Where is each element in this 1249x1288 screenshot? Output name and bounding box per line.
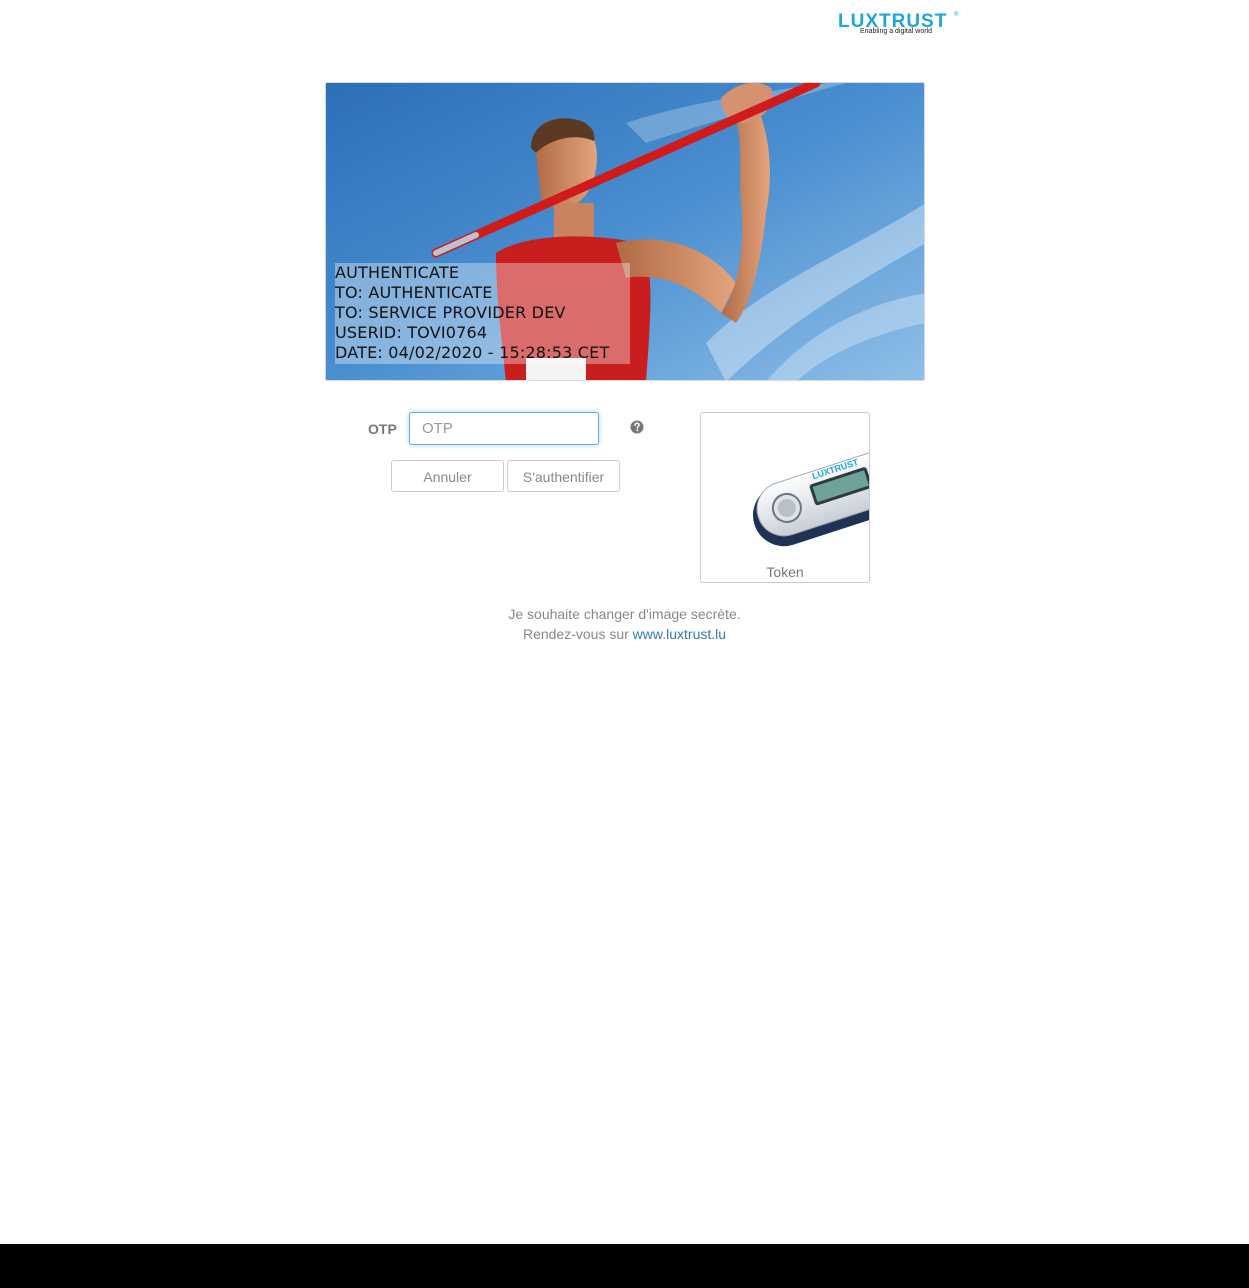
luxtrust-website-link[interactable]: www.luxtrust.lu	[633, 626, 726, 642]
otp-label: OTP	[368, 421, 397, 437]
token-label: Token	[766, 564, 804, 580]
registered-mark: ®	[954, 12, 959, 18]
otp-input[interactable]	[409, 412, 599, 445]
authenticate-button[interactable]: S'authentifier	[507, 460, 620, 492]
token-device-icon: LUXTRUST	[752, 446, 869, 547]
bottom-bar	[0, 1244, 1249, 1288]
caption-line: USERID: TOVI0764	[335, 323, 488, 342]
caption-line: AUTHENTICATE	[335, 263, 460, 282]
secret-image-caption: AUTHENTICATE TO: AUTHENTICATE TO: SERVIC…	[335, 263, 630, 364]
token-device-option[interactable]: LUXTRUST Token	[700, 412, 870, 583]
footer-info: Je souhaite changer d'image secrète. Ren…	[0, 604, 1249, 644]
logo-tagline: Enabling a digital world	[860, 28, 932, 35]
cancel-button[interactable]: Annuler	[391, 460, 504, 492]
visit-prefix: Rendez-vous sur	[522, 626, 629, 642]
caption-line: DATE: 04/02/2020 - 15:28:53 CET	[335, 343, 610, 362]
change-image-text: Je souhaite changer d'image secrète.	[508, 606, 741, 622]
caption-line: TO: SERVICE PROVIDER DEV	[335, 303, 566, 322]
question-circle-icon[interactable]	[630, 420, 644, 434]
caption-line: TO: AUTHENTICATE	[335, 283, 493, 302]
visit-line: Rendez-vous sur www.luxtrust.lu	[0, 624, 1249, 644]
luxtrust-logo: LUXTRUST ® Enabling a digital world	[838, 12, 960, 38]
secret-image: AUTHENTICATE TO: AUTHENTICATE TO: SERVIC…	[325, 82, 925, 381]
